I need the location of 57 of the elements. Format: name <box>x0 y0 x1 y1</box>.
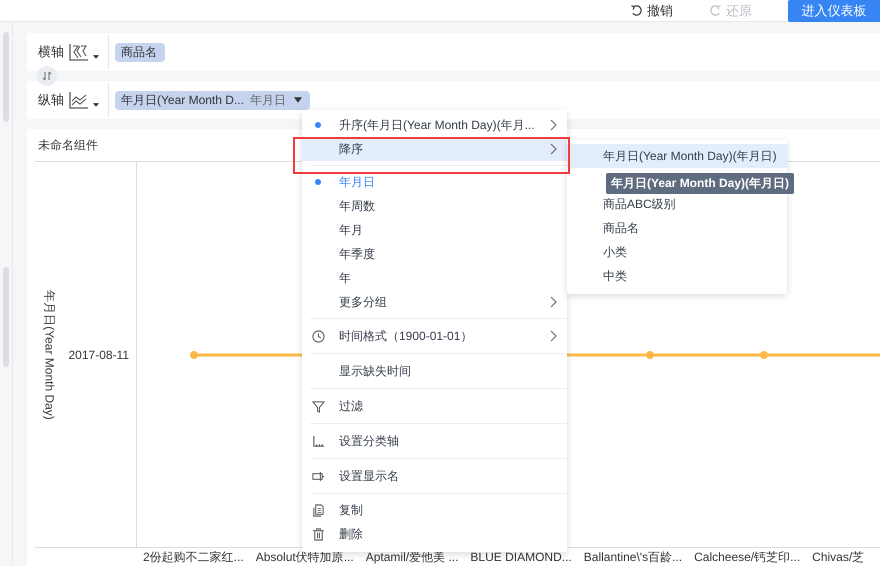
menu-item[interactable]: 过滤 <box>302 393 567 419</box>
y-axis-title: 年月日(Year Month Day) <box>42 290 58 420</box>
x-axis-label: BLUE DIAMOND... <box>470 549 572 566</box>
axis-ruler-icon <box>312 434 325 448</box>
scrollbar-thumb[interactable] <box>3 32 9 122</box>
x-axis-label: Calcheese/钙芝印... <box>694 549 800 566</box>
caret-icon <box>93 103 99 107</box>
menu-item[interactable]: 降序 <box>302 137 567 161</box>
x-axis-label: Chivas/芝 <box>812 549 864 566</box>
line-chart-icon <box>69 91 89 109</box>
clock-icon <box>312 330 325 342</box>
chart-title: 未命名组件 <box>38 136 98 154</box>
swap-icon[interactable] <box>37 66 57 86</box>
copy-icon <box>312 504 325 516</box>
selected-dot-icon <box>315 179 321 185</box>
menu-item[interactable]: 显示缺失时间 <box>302 358 567 384</box>
undo-icon <box>630 4 643 17</box>
axis-label: 纵轴 <box>37 91 65 109</box>
x-axis-label: Absolut伏特加原... <box>256 549 354 566</box>
menu-item[interactable]: 设置分类轴 <box>302 428 567 454</box>
menu-item[interactable]: 更多分组 <box>302 290 567 314</box>
filter-icon <box>312 400 325 412</box>
menu-item[interactable]: 年周数 <box>302 194 567 218</box>
menu-item[interactable]: 时间格式（1900-01-01） <box>302 323 567 349</box>
field-chip[interactable]: 商品名 <box>115 42 165 62</box>
menu-item[interactable]: 升序(年月日(Year Month Day)(年月... <box>302 113 567 137</box>
menu-item[interactable]: 年月日 <box>302 170 567 194</box>
x-axis-label: Ballantine\'s百龄... <box>584 549 682 566</box>
submenu-item[interactable]: 中类 <box>567 264 787 288</box>
chip-label: 年月日(Year Month D... <box>121 92 244 108</box>
submenu-item[interactable]: 商品ABC级别 <box>567 192 787 216</box>
scrollbar-thumb[interactable] <box>3 267 9 367</box>
field-chip[interactable]: 年月日(Year Month D... 年月日 <box>115 90 310 110</box>
y-tick-label: 2017-08-11 <box>68 348 129 362</box>
menu-item[interactable]: 复制 <box>302 498 567 522</box>
menu-item[interactable]: 删除 <box>302 522 567 546</box>
submenu-item[interactable]: 年月日(Year Month Day)(年月日) <box>567 144 787 168</box>
caret-icon[interactable] <box>294 97 302 103</box>
submenu-item[interactable]: 小类 <box>567 240 787 264</box>
axis-label: 横轴 <box>37 43 65 61</box>
menu-item[interactable]: 设置显示名 <box>302 463 567 489</box>
redo-icon <box>709 4 722 17</box>
chart-type-icon <box>69 43 89 61</box>
chip-label: 商品名 <box>121 44 157 60</box>
x-axis-label: 2份起购不二家红... <box>143 549 244 566</box>
rename-icon <box>312 470 325 482</box>
tooltip: 年月日(Year Month Day)(年月日) <box>606 173 794 194</box>
undo-button[interactable]: 撤销 <box>630 2 673 20</box>
caret-icon <box>93 55 99 59</box>
chip-sublabel: 年月日 <box>250 92 286 108</box>
trash-icon <box>312 528 325 540</box>
menu-item[interactable]: 年 <box>302 266 567 290</box>
enter-dashboard-button[interactable]: 进入仪表板 <box>788 0 880 22</box>
selected-dot-icon <box>315 122 321 128</box>
submenu-item[interactable]: 商品名 <box>567 216 787 240</box>
menu-item[interactable]: 年月 <box>302 218 567 242</box>
menu-item[interactable]: 年季度 <box>302 242 567 266</box>
